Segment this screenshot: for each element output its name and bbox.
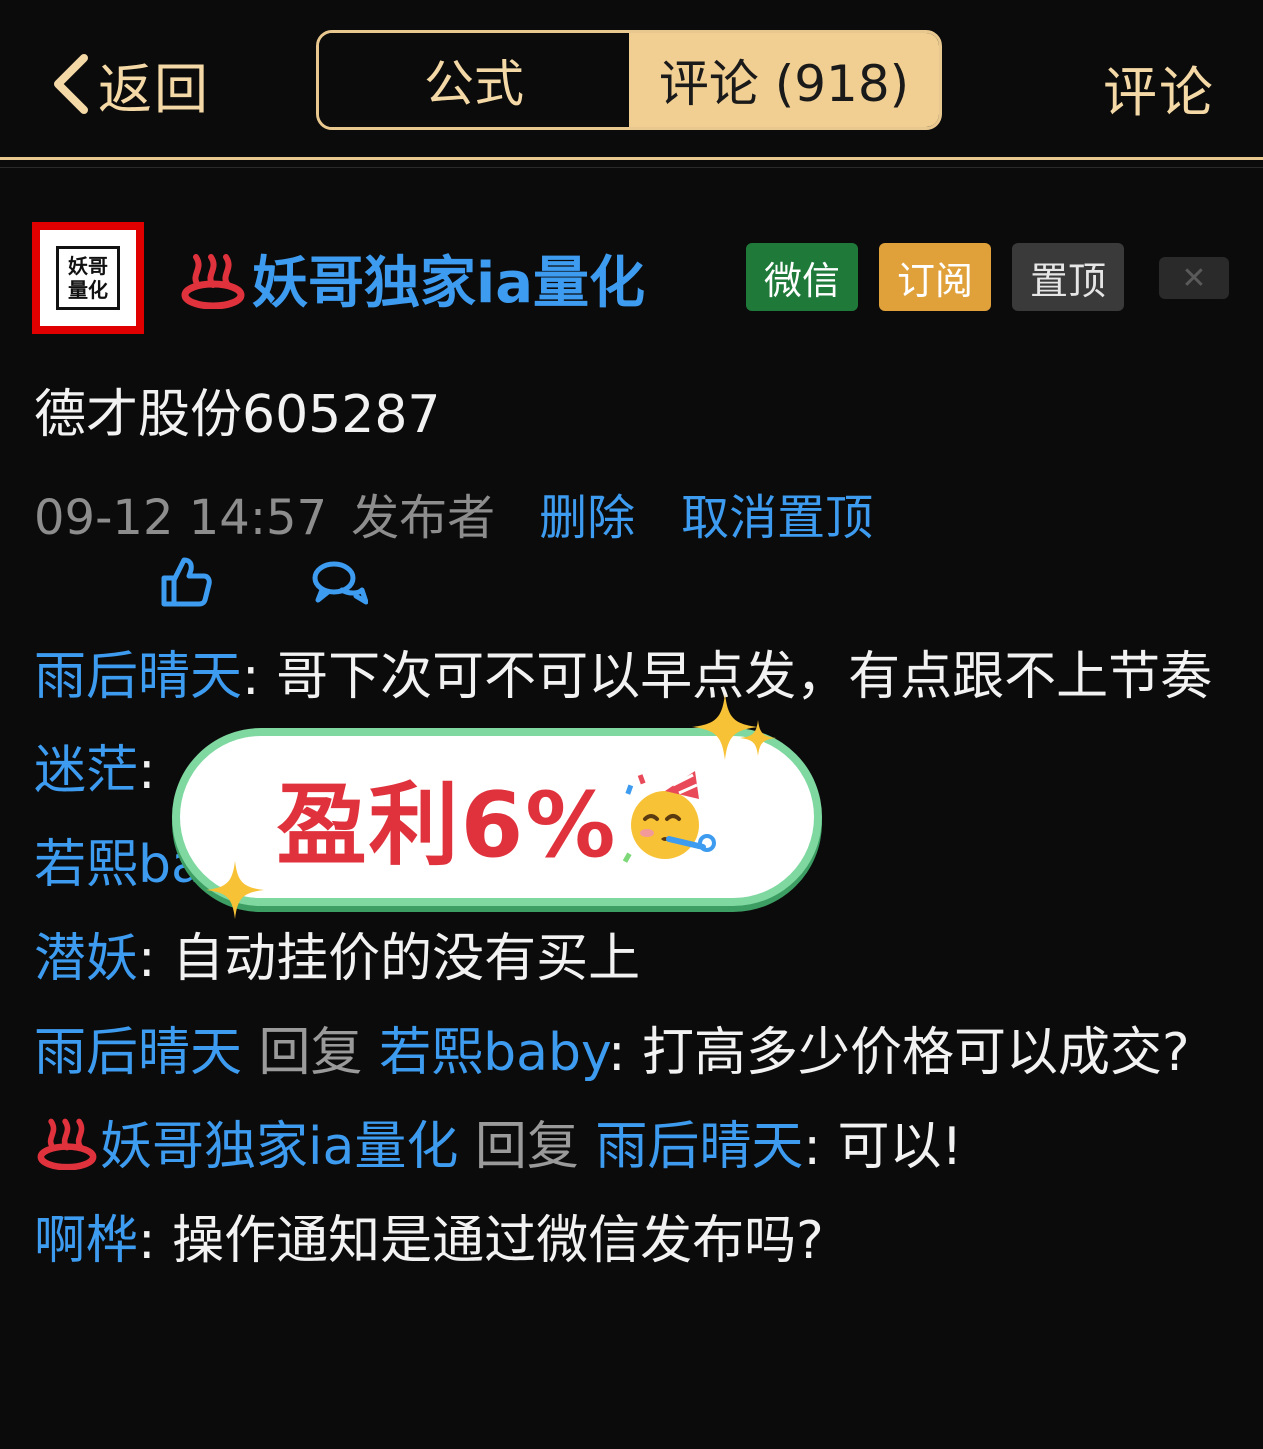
back-label: 返回	[98, 57, 210, 121]
comment-item: 雨后晴天: 哥下次可不可以早点发，有点跟不上节奏	[34, 640, 1234, 714]
comment-item: 雨后晴天 回复 若熙baby: 打高多少价格可以成交?	[34, 1016, 1234, 1090]
header-comment-button[interactable]: 评论	[1103, 48, 1215, 127]
comment-separator: :	[138, 741, 156, 801]
subscribe-button[interactable]: 订阅	[879, 243, 991, 311]
avatar-text-top: 妖哥	[68, 254, 108, 278]
publisher-label: 发布者	[351, 490, 496, 546]
top-bar: 返回 公式 评论 (918) 评论	[0, 0, 1263, 158]
hot-springs-icon	[37, 1118, 97, 1170]
author-label: 妖哥独家ia量化	[252, 251, 645, 316]
comment-item: 啊桦: 操作通知是通过微信发布吗?	[34, 1204, 1234, 1278]
thumbs-up-icon[interactable]	[160, 556, 212, 608]
comment-text: 操作通知是通过微信发布吗?	[155, 1211, 824, 1271]
reply-to-user[interactable]: 若熙baby	[379, 1023, 608, 1083]
post-time: 09-12 14:57	[34, 490, 328, 546]
comment-text: 自动挂价的没有买上	[155, 929, 641, 989]
avatar-text-bottom: 量化	[68, 278, 108, 302]
post-content: 德才股份605287	[34, 385, 441, 445]
post-meta: 09-12 14:57 发布者 删除 取消置顶	[34, 478, 873, 548]
comment-item: 妖哥独家ia量化 回复 雨后晴天: 可以!	[34, 1110, 1234, 1184]
segmented-tabs: 公式 评论 (918)	[316, 30, 942, 130]
comment-separator: :	[138, 1211, 156, 1271]
comment-item: 潜妖: 自动挂价的没有买上	[34, 922, 1234, 996]
delete-link[interactable]: 删除	[539, 478, 635, 548]
reply-word: 回复	[458, 1117, 596, 1177]
back-button[interactable]: 返回	[48, 48, 210, 121]
hot-springs-icon	[181, 253, 245, 309]
header-divider-thin	[0, 167, 1263, 168]
sparkle-icon	[206, 861, 264, 919]
wechat-button[interactable]: 微信	[746, 243, 858, 311]
profit-text: 盈利6%	[276, 773, 618, 878]
close-icon: ✕	[1181, 260, 1207, 296]
back-chevron-icon	[54, 54, 88, 114]
tab-comments[interactable]: 评论 (918)	[629, 33, 939, 127]
comment-text: 可以!	[820, 1117, 963, 1177]
header-divider	[0, 157, 1263, 160]
comment-user[interactable]: 妖哥独家ia量化	[100, 1117, 458, 1177]
tab-formula[interactable]: 公式	[319, 33, 629, 127]
reply-to-user[interactable]: 雨后晴天	[595, 1117, 803, 1177]
reply-word: 回复	[242, 1023, 380, 1083]
comment-icon[interactable]	[312, 560, 368, 608]
author-name[interactable]: 妖哥独家ia量化	[180, 238, 645, 319]
close-button[interactable]: ✕	[1159, 257, 1229, 299]
comment-user[interactable]: 雨后晴天	[34, 1023, 242, 1083]
comment-separator: :	[803, 1117, 821, 1177]
comment-user[interactable]: 啊桦	[34, 1211, 138, 1271]
comment-text: 打高多少价格可以成交?	[625, 1023, 1190, 1083]
comment-user[interactable]: 迷茫	[34, 741, 138, 801]
avatar[interactable]: 妖哥 量化	[32, 222, 144, 334]
comment-separator: :	[242, 647, 260, 707]
unpin-link[interactable]: 取消置顶	[681, 478, 873, 548]
party-face-icon	[623, 771, 717, 863]
comment-separator: :	[138, 929, 156, 989]
sparkle-icon	[740, 720, 776, 756]
pin-button[interactable]: 置顶	[1012, 243, 1124, 311]
comment-user[interactable]: 雨后晴天	[34, 647, 242, 707]
comment-separator: :	[607, 1023, 626, 1083]
comment-user[interactable]: 潜妖	[34, 929, 138, 989]
